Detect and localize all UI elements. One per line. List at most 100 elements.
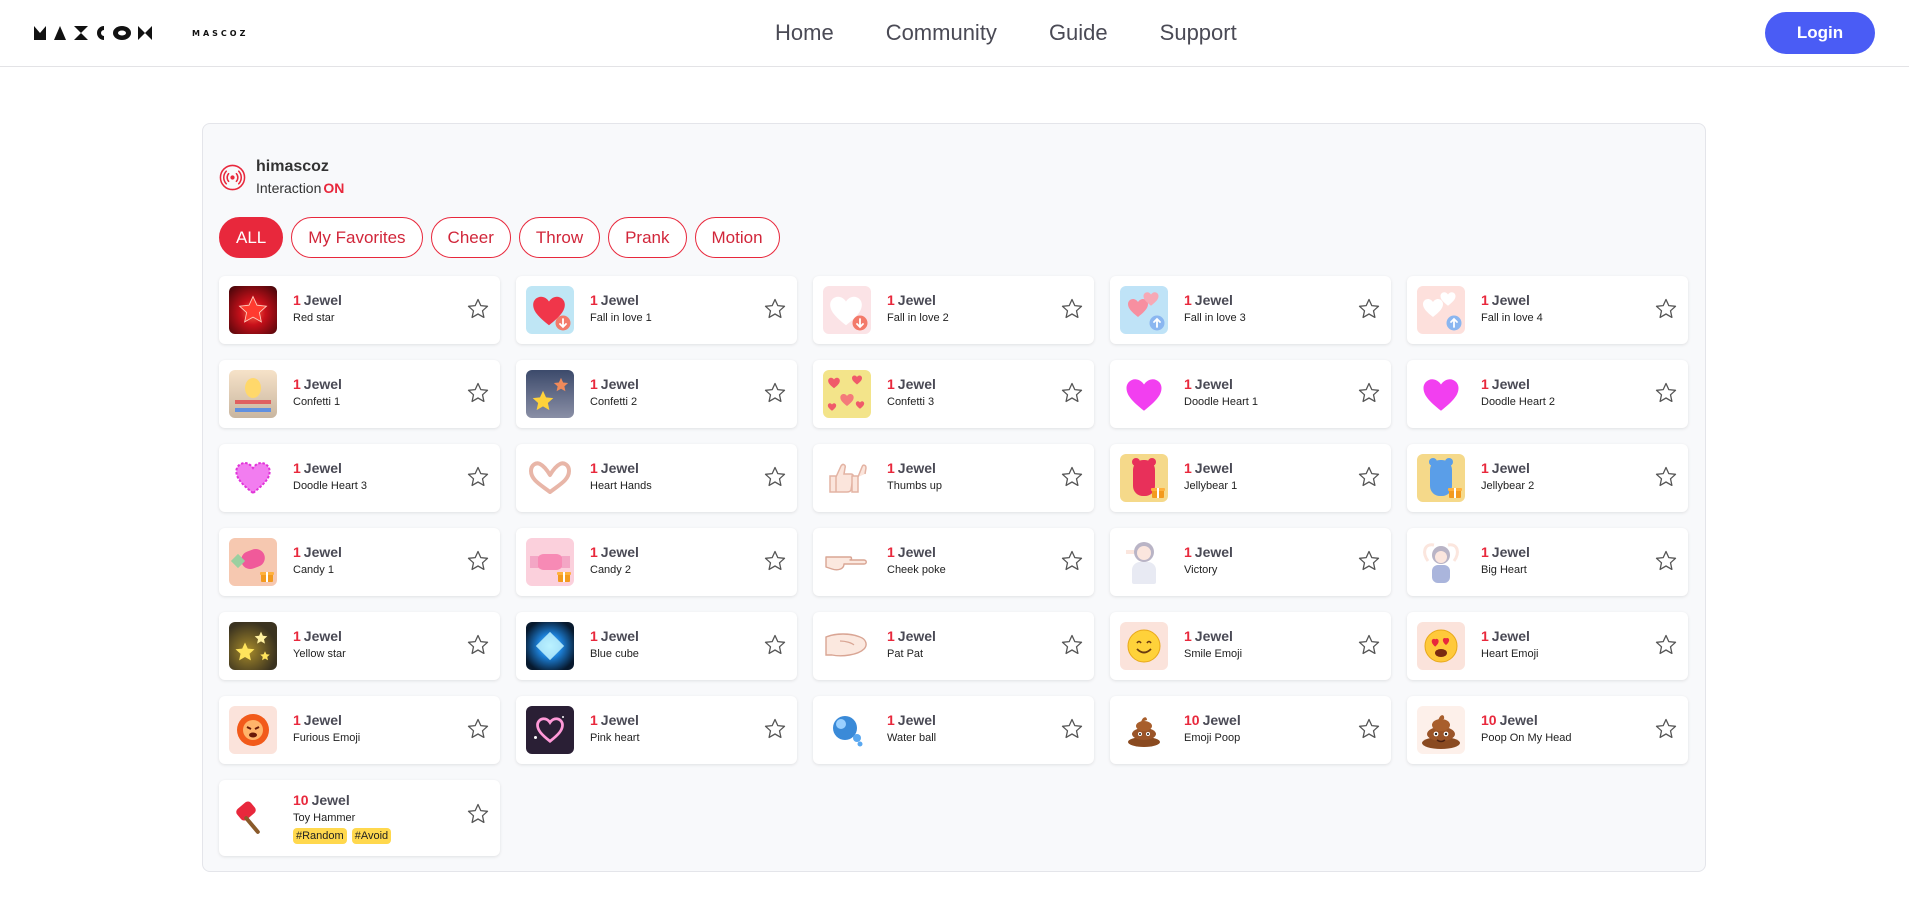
item-grid: 1 Jewel Red star 1 Jewel Fall in love 1 1 Jewel…	[219, 276, 1691, 856]
item-card[interactable]: 1 Jewel Red star	[219, 276, 500, 344]
favorite-star-icon[interactable]	[466, 802, 490, 826]
nav-community[interactable]: Community	[886, 20, 997, 46]
item-card[interactable]: 1 Jewel Confetti 3	[813, 360, 1094, 428]
item-price: 1 Jewel	[887, 292, 949, 308]
favorite-star-icon[interactable]	[1060, 297, 1084, 321]
favorite-star-icon[interactable]	[466, 381, 490, 405]
favorite-star-icon[interactable]	[1357, 717, 1381, 741]
item-card[interactable]: 1 Jewel Confetti 1	[219, 360, 500, 428]
favorite-star-icon[interactable]	[763, 297, 787, 321]
item-price-currency: Jewel	[1202, 712, 1241, 728]
nav-guide[interactable]: Guide	[1049, 20, 1108, 46]
item-price-currency: Jewel	[1491, 292, 1530, 308]
item-price-amount: 10	[1481, 712, 1497, 728]
item-card[interactable]: 1 Jewel Smile Emoji	[1110, 612, 1391, 680]
item-card[interactable]: 1 Jewel Pat Pat	[813, 612, 1094, 680]
filter-all[interactable]: ALL	[219, 217, 284, 258]
item-card[interactable]: 1 Jewel Victory	[1110, 528, 1391, 596]
item-card[interactable]: 1 Jewel Yellow star	[219, 612, 500, 680]
item-price-currency: Jewel	[303, 376, 342, 392]
item-card[interactable]: 1 Jewel Fall in love 1	[516, 276, 797, 344]
favorite-star-icon[interactable]	[1357, 633, 1381, 657]
item-card[interactable]: 1 Jewel Big Heart	[1407, 528, 1688, 596]
favorite-star-icon[interactable]	[763, 465, 787, 489]
filter-my-favorites[interactable]: My Favorites	[291, 217, 423, 258]
item-card[interactable]: 10 Jewel Toy Hammer #Random #Avoid	[219, 780, 500, 856]
favorite-star-icon[interactable]	[763, 633, 787, 657]
favorite-star-icon[interactable]	[1060, 465, 1084, 489]
item-price: 1 Jewel	[1481, 544, 1530, 560]
item-price-amount: 1	[1184, 460, 1192, 476]
brand-logo[interactable]: MASCOZ	[34, 24, 248, 42]
nav-home[interactable]: Home	[775, 20, 834, 46]
item-card[interactable]: 1 Jewel Heart Hands	[516, 444, 797, 512]
favorite-star-icon[interactable]	[1060, 717, 1084, 741]
item-card[interactable]: 1 Jewel Jellybear 2	[1407, 444, 1688, 512]
favorite-star-icon[interactable]	[763, 549, 787, 573]
item-card[interactable]: 1 Jewel Candy 2	[516, 528, 797, 596]
favorite-star-icon[interactable]	[466, 465, 490, 489]
favorite-star-icon[interactable]	[1060, 381, 1084, 405]
thumbs-up-icon	[823, 454, 871, 502]
favorite-star-icon[interactable]	[466, 633, 490, 657]
favorite-star-icon[interactable]	[1654, 717, 1678, 741]
item-info: 1 Jewel Confetti 1	[293, 376, 342, 408]
item-name: Confetti 2	[590, 396, 638, 408]
favorite-star-icon[interactable]	[1654, 381, 1678, 405]
item-price-amount: 1	[1481, 292, 1489, 308]
favorite-star-icon[interactable]	[1357, 381, 1381, 405]
nav-support[interactable]: Support	[1160, 20, 1237, 46]
item-card[interactable]: 10 Jewel Emoji Poop	[1110, 696, 1391, 764]
item-card[interactable]: 1 Jewel Fall in love 3	[1110, 276, 1391, 344]
filter-prank[interactable]: Prank	[608, 217, 687, 258]
favorite-star-icon[interactable]	[1654, 633, 1678, 657]
item-price-currency: Jewel	[897, 292, 936, 308]
favorite-star-icon[interactable]	[1060, 633, 1084, 657]
item-name: Cheek poke	[887, 564, 946, 576]
favorite-star-icon[interactable]	[466, 549, 490, 573]
item-card[interactable]: 1 Jewel Heart Emoji	[1407, 612, 1688, 680]
favorite-star-icon[interactable]	[466, 717, 490, 741]
item-price-currency: Jewel	[1194, 376, 1233, 392]
item-card[interactable]: 1 Jewel Water ball	[813, 696, 1094, 764]
interaction-status: Interaction ON	[256, 180, 344, 196]
item-card[interactable]: 1 Jewel Furious Emoji	[219, 696, 500, 764]
item-price-currency: Jewel	[600, 628, 639, 644]
favorite-star-icon[interactable]	[1357, 465, 1381, 489]
yellow-star-sparkle-icon	[229, 622, 277, 670]
login-button[interactable]: Login	[1765, 12, 1875, 54]
item-price-currency: Jewel	[897, 544, 936, 560]
favorite-star-icon[interactable]	[1357, 297, 1381, 321]
item-card[interactable]: 1 Jewel Candy 1	[219, 528, 500, 596]
item-price-amount: 1	[1481, 376, 1489, 392]
item-price-amount: 1	[1481, 544, 1489, 560]
favorite-star-icon[interactable]	[1357, 549, 1381, 573]
item-card[interactable]: 1 Jewel Thumbs up	[813, 444, 1094, 512]
item-name: Big Heart	[1481, 564, 1527, 576]
filter-motion[interactable]: Motion	[694, 217, 780, 258]
favorite-star-icon[interactable]	[466, 297, 490, 321]
favorite-star-icon[interactable]	[763, 717, 787, 741]
item-card[interactable]: 1 Jewel Doodle Heart 3	[219, 444, 500, 512]
item-card[interactable]: 1 Jewel Doodle Heart 2	[1407, 360, 1688, 428]
item-card[interactable]: 10 Jewel Poop On My Head	[1407, 696, 1688, 764]
item-card[interactable]: 1 Jewel Jellybear 1	[1110, 444, 1391, 512]
favorite-star-icon[interactable]	[1654, 549, 1678, 573]
item-price: 1 Jewel	[590, 376, 639, 392]
filter-throw[interactable]: Throw	[518, 217, 601, 258]
item-card[interactable]: 1 Jewel Blue cube	[516, 612, 797, 680]
item-card[interactable]: 1 Jewel Fall in love 4	[1407, 276, 1688, 344]
item-price-currency: Jewel	[600, 376, 639, 392]
item-card[interactable]: 1 Jewel Cheek poke	[813, 528, 1094, 596]
filter-cheer[interactable]: Cheer	[430, 217, 511, 258]
item-card[interactable]: 1 Jewel Fall in love 2	[813, 276, 1094, 344]
item-card[interactable]: 1 Jewel Confetti 2	[516, 360, 797, 428]
favorite-star-icon[interactable]	[1654, 465, 1678, 489]
broadcast-icon	[219, 164, 246, 190]
favorite-star-icon[interactable]	[763, 381, 787, 405]
item-tags: #Random #Avoid	[293, 828, 392, 844]
favorite-star-icon[interactable]	[1060, 549, 1084, 573]
item-card[interactable]: 1 Jewel Doodle Heart 1	[1110, 360, 1391, 428]
favorite-star-icon[interactable]	[1654, 297, 1678, 321]
item-card[interactable]: 1 Jewel Pink heart	[516, 696, 797, 764]
